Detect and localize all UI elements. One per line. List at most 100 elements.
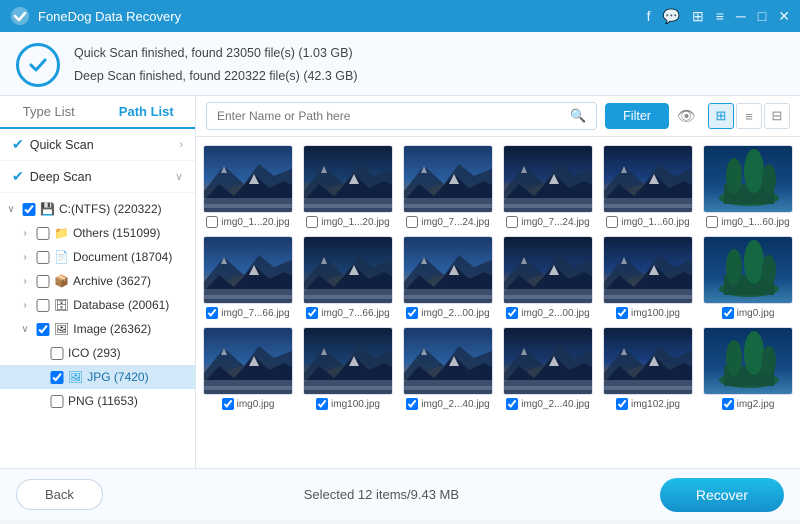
- image-checkbox[interactable]: [606, 216, 618, 228]
- document-icon: 📄: [54, 250, 69, 264]
- image-label-row: img0_7...66.jpg: [306, 307, 389, 319]
- image-checkbox[interactable]: [406, 307, 418, 319]
- grid-item[interactable]: img0_1...20.jpg: [202, 145, 294, 228]
- tree-row-image[interactable]: ∨ 🖼 Image (26362): [0, 317, 195, 341]
- tab-type-list[interactable]: Type List: [0, 96, 98, 129]
- image-checkbox[interactable]: [406, 216, 418, 228]
- database-checkbox[interactable]: [36, 299, 50, 312]
- search-icon: 🔍: [570, 108, 586, 124]
- image-filename: img0_7...24.jpg: [421, 217, 489, 228]
- image-label-row: img0_1...20.jpg: [206, 216, 289, 228]
- image-thumbnail: [403, 145, 493, 213]
- close-icon[interactable]: ✕: [778, 8, 790, 25]
- image-filename: img0_7...66.jpg: [321, 308, 389, 319]
- tree-row-jpg[interactable]: 🖼 JPG (7420): [0, 365, 195, 389]
- image-label-row: img102.jpg: [616, 398, 680, 410]
- grid-item[interactable]: img0_7...66.jpg: [202, 236, 294, 319]
- title-bar: FoneDog Data Recovery f 💬 ⊞ ≡ ─ □ ✕: [0, 0, 800, 32]
- image-thumbnail: [203, 327, 293, 395]
- image-checkbox[interactable]: [206, 307, 218, 319]
- deep-scan-result: Deep Scan finished, found 220322 file(s)…: [74, 65, 358, 88]
- quick-scan-item[interactable]: ✔ Quick Scan ›: [0, 129, 195, 161]
- jpg-checkbox[interactable]: [50, 371, 64, 384]
- image-checkbox[interactable]: [616, 307, 628, 319]
- png-checkbox[interactable]: [50, 395, 64, 408]
- image-thumbnail: [603, 327, 693, 395]
- deep-scan-check: ✔: [12, 168, 24, 185]
- image-thumbnail: [203, 236, 293, 304]
- grid-icon[interactable]: ⊞: [692, 8, 704, 25]
- document-checkbox[interactable]: [36, 251, 50, 264]
- image-checkbox[interactable]: [206, 216, 218, 228]
- list-view-button[interactable]: ≡: [736, 103, 762, 129]
- image-checkbox[interactable]: [306, 216, 318, 228]
- archive-icon: 📦: [54, 274, 69, 288]
- grid-item[interactable]: img0_1...60.jpg: [602, 145, 694, 228]
- bottom-bar: Back Selected 12 items/9.43 MB Recover: [0, 468, 800, 520]
- image-checkbox[interactable]: [506, 216, 518, 228]
- tree-row-document[interactable]: › 📄 Document (18704): [0, 245, 195, 269]
- detail-view-button[interactable]: ⊟: [764, 103, 790, 129]
- grid-item[interactable]: img0_1...20.jpg: [302, 145, 394, 228]
- status-circle: [16, 43, 60, 87]
- grid-item[interactable]: img0_2...40.jpg: [402, 327, 494, 410]
- tab-path-list[interactable]: Path List: [98, 96, 196, 129]
- image-checkbox[interactable]: [616, 398, 628, 410]
- tree-row-ico[interactable]: ICO (293): [0, 341, 195, 365]
- file-tree: ∨ 💾 C:(NTFS) (220322) › 📁 Others (151099…: [0, 193, 195, 417]
- image-checkbox[interactable]: [722, 307, 734, 319]
- search-box[interactable]: 🔍: [206, 102, 597, 130]
- grid-item[interactable]: img0_7...66.jpg: [302, 236, 394, 319]
- archive-checkbox[interactable]: [36, 275, 50, 288]
- deep-scan-item[interactable]: ✔ Deep Scan ∨: [0, 161, 195, 193]
- maximize-icon[interactable]: □: [758, 8, 766, 25]
- preview-eye-icon[interactable]: 👁: [677, 107, 696, 125]
- tree-row-database[interactable]: › 🗄 Database (20061): [0, 293, 195, 317]
- grid-item[interactable]: img0_2...00.jpg: [502, 236, 594, 319]
- grid-item[interactable]: img0.jpg: [202, 327, 294, 410]
- image-checkbox[interactable]: [316, 398, 328, 410]
- image-thumbnail: [303, 145, 393, 213]
- grid-item[interactable]: img0.jpg: [702, 236, 794, 319]
- grid-item[interactable]: img102.jpg: [602, 327, 694, 410]
- tree-row-png[interactable]: PNG (11653): [0, 389, 195, 413]
- image-checkbox[interactable]: [722, 398, 734, 410]
- image-checkbox[interactable]: [306, 307, 318, 319]
- header-area: Quick Scan finished, found 23050 file(s)…: [0, 32, 800, 96]
- recover-button[interactable]: Recover: [660, 478, 784, 512]
- grid-item[interactable]: img2.jpg: [702, 327, 794, 410]
- menu-icon[interactable]: ≡: [716, 8, 724, 25]
- grid-item[interactable]: img100.jpg: [302, 327, 394, 410]
- grid-item[interactable]: img0_1...60.jpg: [702, 145, 794, 228]
- database-arrow-icon: ›: [18, 300, 32, 311]
- grid-item[interactable]: img0_2...40.jpg: [502, 327, 594, 410]
- drive-checkbox[interactable]: [22, 203, 36, 216]
- image-checkbox[interactable]: [406, 398, 418, 410]
- facebook-icon[interactable]: f: [647, 8, 651, 25]
- filter-button[interactable]: Filter: [605, 103, 669, 129]
- chat-icon[interactable]: 💬: [663, 8, 680, 25]
- image-checkbox[interactable]: [506, 398, 518, 410]
- deep-scan-label: Deep Scan: [30, 170, 92, 184]
- grid-item[interactable]: img100.jpg: [602, 236, 694, 319]
- tree-row-archive[interactable]: › 📦 Archive (3627): [0, 269, 195, 293]
- tree-row-others[interactable]: › 📁 Others (151099): [0, 221, 195, 245]
- image-checkbox[interactable]: [36, 323, 50, 336]
- image-checkbox[interactable]: [506, 307, 518, 319]
- image-checkbox[interactable]: [706, 216, 718, 228]
- back-button[interactable]: Back: [16, 479, 103, 510]
- image-thumbnail: [703, 145, 793, 213]
- grid-item[interactable]: img0_2...00.jpg: [402, 236, 494, 319]
- grid-view-button[interactable]: ⊞: [708, 103, 734, 129]
- others-checkbox[interactable]: [36, 227, 50, 240]
- grid-item[interactable]: img0_7...24.jpg: [502, 145, 594, 228]
- tree-row-drive[interactable]: ∨ 💾 C:(NTFS) (220322): [0, 197, 195, 221]
- image-label-row: img0_1...60.jpg: [706, 216, 789, 228]
- minimize-icon[interactable]: ─: [736, 8, 746, 25]
- ico-checkbox[interactable]: [50, 347, 64, 360]
- image-checkbox[interactable]: [222, 398, 234, 410]
- grid-item[interactable]: img0_7...24.jpg: [402, 145, 494, 228]
- search-input[interactable]: [217, 109, 570, 123]
- jpg-label: JPG (7420): [87, 370, 148, 384]
- image-grid: img0_1...20.jpg img0_1...20.jpg: [196, 137, 800, 468]
